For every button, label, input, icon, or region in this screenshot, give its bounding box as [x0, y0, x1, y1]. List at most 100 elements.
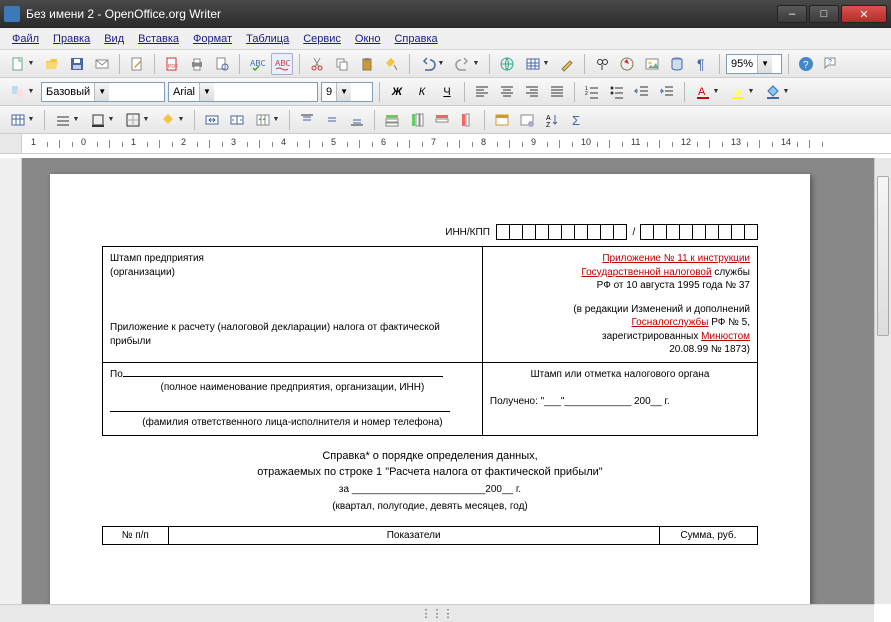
inn-label: ИНН/КПП [445, 227, 490, 238]
vertical-ruler[interactable] [0, 158, 22, 604]
print-preview-button[interactable] [211, 53, 233, 75]
data-sources-button[interactable] [666, 53, 688, 75]
insert-col-button[interactable] [406, 109, 428, 131]
horizontal-scrollbar[interactable]: ⋮⋮⋮ [0, 604, 874, 622]
bold-button[interactable]: Ж [386, 81, 408, 103]
help-button[interactable]: ? [795, 53, 817, 75]
optimize-button[interactable]: ▼ [251, 109, 283, 131]
font-size-value: 9 [326, 86, 332, 98]
valign-bottom-button[interactable] [346, 109, 368, 131]
chevron-down-icon[interactable]: ▼ [199, 83, 214, 101]
valign-middle-button[interactable] [321, 109, 343, 131]
minimize-button[interactable]: – [777, 5, 807, 23]
line-style-button[interactable]: ▼ [51, 109, 83, 131]
align-justify-button[interactable] [546, 81, 568, 103]
borders-button[interactable]: ▼ [121, 109, 153, 131]
autospell-button[interactable]: ABC [271, 53, 293, 75]
increase-indent-button[interactable] [656, 81, 678, 103]
email-button[interactable] [91, 53, 113, 75]
background-color-button[interactable]: ▼ [761, 81, 793, 103]
save-button[interactable] [66, 53, 88, 75]
valign-top-button[interactable] [296, 109, 318, 131]
menu-edit[interactable]: Правка [47, 31, 96, 47]
font-color-button[interactable]: A▼ [691, 81, 723, 103]
merge-cells-button[interactable] [201, 109, 223, 131]
styles-button[interactable]: ▼ [6, 81, 38, 103]
split-cells-button[interactable] [226, 109, 248, 131]
table-button[interactable]: ▼ [6, 109, 38, 131]
new-button[interactable]: ▼ [6, 53, 38, 75]
export-pdf-button[interactable]: PDF [161, 53, 183, 75]
document-page[interactable]: ИНН/КПП / Штамп предприятия (организации… [50, 174, 810, 604]
svg-text:?: ? [803, 60, 809, 71]
menu-insert[interactable]: Вставка [132, 31, 185, 47]
highlight-button[interactable]: ▼ [726, 81, 758, 103]
show-draw-button[interactable] [556, 53, 578, 75]
para-style-combo[interactable]: Базовый▼ [41, 82, 165, 102]
menu-table[interactable]: Таблица [240, 31, 295, 47]
minjust-link: Минюстом [701, 331, 750, 342]
delete-row-button[interactable] [431, 109, 453, 131]
chevron-down-icon[interactable]: ▼ [94, 83, 109, 101]
print-button[interactable] [186, 53, 208, 75]
zoom-value: 95% [731, 58, 753, 70]
navigator-button[interactable] [616, 53, 638, 75]
insert-table-button[interactable]: ▼ [521, 53, 553, 75]
autoformat-button[interactable] [491, 109, 513, 131]
menu-file[interactable]: Файл [6, 31, 45, 47]
chevron-down-icon[interactable]: ▼ [757, 55, 772, 73]
menu-tools[interactable]: Сервис [297, 31, 347, 47]
edit-doc-button[interactable] [126, 53, 148, 75]
find-button[interactable] [591, 53, 613, 75]
maximize-button[interactable]: □ [809, 5, 839, 23]
svg-text:A: A [698, 86, 706, 98]
menu-format[interactable]: Формат [187, 31, 238, 47]
svg-text:PDF: PDF [168, 64, 178, 70]
italic-button[interactable]: К [411, 81, 433, 103]
edition-label: (в редакции Изменений и дополнений [490, 303, 750, 317]
sort-button[interactable]: AZ [541, 109, 563, 131]
cut-button[interactable] [306, 53, 328, 75]
close-button[interactable]: ✕ [841, 5, 887, 23]
zoom-combo[interactable]: 95% ▼ [726, 54, 782, 74]
font-name-combo[interactable]: Arial▼ [168, 82, 318, 102]
line-color-button[interactable]: ▼ [86, 109, 118, 131]
align-center-button[interactable] [496, 81, 518, 103]
menu-help[interactable]: Справка [388, 31, 443, 47]
reg-date: 20.08.99 № 1873) [490, 343, 750, 357]
vertical-scrollbar[interactable] [874, 158, 891, 604]
menu-view[interactable]: Вид [98, 31, 130, 47]
align-left-button[interactable] [471, 81, 493, 103]
gallery-button[interactable] [641, 53, 663, 75]
bullet-list-button[interactable] [606, 81, 628, 103]
delete-col-button[interactable] [456, 109, 478, 131]
spellcheck-button[interactable]: ABC [246, 53, 268, 75]
numbered-list-button[interactable]: 12 [581, 81, 603, 103]
sum-button[interactable]: Σ [566, 109, 588, 131]
hyperlink-button[interactable] [496, 53, 518, 75]
cell-bg-button[interactable]: ▼ [156, 109, 188, 131]
app-calc-label: Приложение к расчету (налоговой декларац… [110, 321, 475, 348]
window-titlebar: Без имени 2 - OpenOffice.org Writer – □ … [0, 0, 891, 28]
align-right-button[interactable] [521, 81, 543, 103]
open-button[interactable] [41, 53, 63, 75]
copy-button[interactable] [331, 53, 353, 75]
underline-button[interactable]: Ч [436, 81, 458, 103]
undo-button[interactable]: ▼ [416, 53, 448, 75]
format-paintbrush-button[interactable] [381, 53, 403, 75]
nonprinting-button[interactable]: ¶ [691, 53, 713, 75]
scrollbar-thumb[interactable] [877, 176, 889, 336]
whats-this-button[interactable]: ? [820, 53, 842, 75]
menu-window[interactable]: Окно [349, 31, 387, 47]
table-props-button[interactable] [516, 109, 538, 131]
decrease-indent-button[interactable] [631, 81, 653, 103]
insert-row-button[interactable] [381, 109, 403, 131]
document-scroll[interactable]: ИНН/КПП / Штамп предприятия (организации… [22, 158, 874, 604]
redo-button[interactable]: ▼ [451, 53, 483, 75]
horizontal-ruler[interactable]: 101234567891011121314 [0, 134, 891, 154]
paste-button[interactable] [356, 53, 378, 75]
font-size-combo[interactable]: 9▼ [321, 82, 373, 102]
th-sum: Сумма, руб. [659, 526, 757, 544]
svg-text:Z: Z [546, 122, 551, 128]
chevron-down-icon[interactable]: ▼ [336, 83, 351, 101]
